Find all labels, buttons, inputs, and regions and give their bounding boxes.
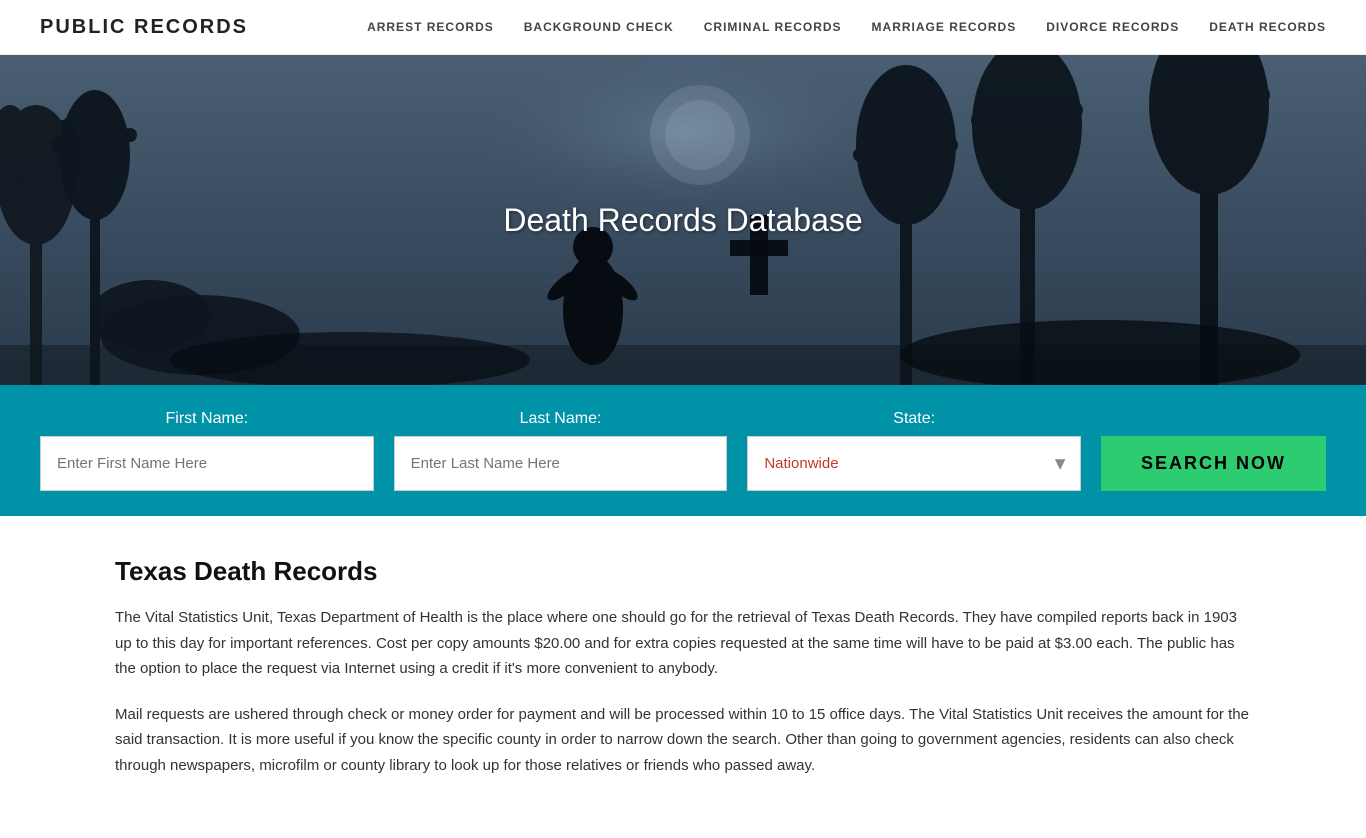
content-heading: Texas Death Records — [115, 556, 1251, 587]
nav-divorce-records[interactable]: DIVORCE RECORDS — [1046, 20, 1179, 34]
first-name-input[interactable] — [40, 436, 374, 491]
content-paragraph-1: The Vital Statistics Unit, Texas Departm… — [115, 605, 1251, 682]
hero-section: Death Records Database — [0, 55, 1366, 385]
state-label: State: — [747, 410, 1081, 428]
state-select-wrapper: Nationwide Alabama Alaska Arizona Califo… — [747, 436, 1081, 491]
nav-marriage-records[interactable]: MARRIAGE RECORDS — [872, 20, 1017, 34]
nav-links: ARREST RECORDS BACKGROUND CHECK CRIMINAL… — [367, 18, 1326, 36]
navbar: PUBLIC RECORDS ARREST RECORDS BACKGROUND… — [0, 0, 1366, 55]
content-paragraph-2: Mail requests are ushered through check … — [115, 702, 1251, 779]
state-select[interactable]: Nationwide Alabama Alaska Arizona Califo… — [747, 436, 1081, 491]
content-section: Texas Death Records The Vital Statistics… — [0, 516, 1366, 838]
hero-title: Death Records Database — [503, 202, 862, 239]
search-button[interactable]: SEARCH NOW — [1101, 436, 1326, 491]
nav-arrest-records[interactable]: ARREST RECORDS — [367, 20, 494, 34]
first-name-label: First Name: — [40, 410, 374, 428]
last-name-field: Last Name: — [394, 410, 728, 491]
state-field: State: Nationwide Alabama Alaska Arizona… — [747, 410, 1081, 491]
nav-background-check[interactable]: BACKGROUND CHECK — [524, 20, 674, 34]
first-name-field: First Name: — [40, 410, 374, 491]
brand[interactable]: PUBLIC RECORDS — [40, 16, 248, 39]
search-bar: First Name: Last Name: State: Nationwide… — [0, 385, 1366, 516]
last-name-label: Last Name: — [394, 410, 728, 428]
nav-criminal-records[interactable]: CRIMINAL RECORDS — [704, 20, 842, 34]
nav-death-records[interactable]: DEATH RECORDS — [1209, 20, 1326, 34]
last-name-input[interactable] — [394, 436, 728, 491]
